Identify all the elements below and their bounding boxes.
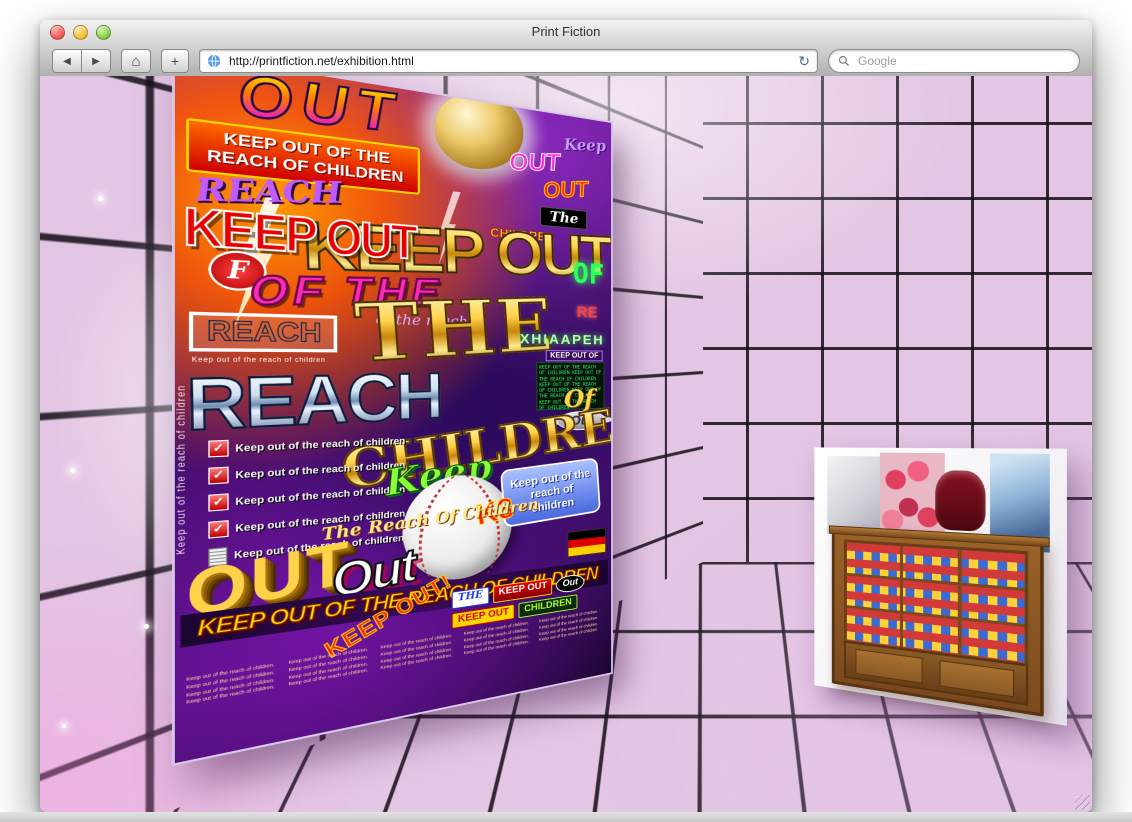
poster-text-stylized-children: XHIAAPEH	[520, 332, 604, 347]
window-title: Print Fiction	[40, 20, 1092, 43]
gallery-room: OUT Keep OUT OUT KEEP OUT OF THE REACH O…	[40, 76, 1092, 812]
poster-text-out-magenta: OUT	[508, 149, 562, 174]
german-flag-graphic	[568, 528, 606, 558]
titlebar[interactable]: Print Fiction	[40, 20, 1092, 43]
poster-text-keep-script: Keep	[563, 138, 606, 155]
search-icon	[838, 55, 850, 67]
collage-paper-graphic	[827, 456, 883, 537]
search-bar[interactable]	[828, 49, 1080, 73]
window-chrome: Print Fiction ◀ ▶ ⌂ + ↻	[40, 20, 1092, 77]
poster-artwork-keep-out[interactable]: OUT Keep OUT OUT KEEP OUT OF THE REACH O…	[172, 76, 613, 766]
address-bar[interactable]: ↻	[199, 49, 818, 73]
zoom-button[interactable]	[96, 25, 111, 40]
home-button[interactable]: ⌂	[121, 49, 151, 73]
resize-grip[interactable]	[1075, 795, 1090, 810]
checkbox-checked-icon: ✓	[208, 467, 228, 485]
nav-button-group: ◀ ▶	[52, 49, 111, 73]
back-icon: ◀	[63, 56, 71, 67]
browser-window: Print Fiction ◀ ▶ ⌂ + ↻	[40, 20, 1092, 812]
home-icon: ⌂	[131, 53, 140, 70]
url-input[interactable]	[227, 53, 792, 69]
plus-icon: +	[171, 53, 179, 69]
sparkle	[62, 724, 66, 728]
checkbox-checked-icon: ✓	[208, 440, 228, 458]
logo-the: THE	[452, 587, 489, 610]
desktop-edge	[0, 812, 1132, 822]
collage-mask-graphic	[935, 470, 985, 532]
poster-text-out-red: OUT	[542, 179, 590, 202]
reload-icon[interactable]: ↻	[798, 54, 810, 68]
poster-side-text: Keep out of the reach of children	[176, 384, 187, 555]
page-content: OUT Keep OUT OUT KEEP OUT OF THE REACH O…	[40, 76, 1092, 812]
traffic-lights	[50, 25, 111, 40]
poster-collage: OUT Keep OUT OUT KEEP OUT OF THE REACH O…	[172, 76, 613, 766]
checkbox-checked-icon: ✓	[208, 493, 228, 511]
add-bookmark-button[interactable]: +	[161, 49, 189, 73]
poster-text-keep-out-of: KEEP OUT OF	[546, 350, 603, 361]
poster-text-re: RE	[577, 304, 598, 320]
checkbox-checked-icon: ✓	[208, 520, 228, 539]
back-button[interactable]: ◀	[52, 49, 82, 73]
sparkle	[98, 196, 103, 201]
cabinet-artwork[interactable]	[814, 447, 1067, 725]
search-input[interactable]	[856, 53, 1070, 69]
logo-out-circle: Out	[556, 573, 584, 593]
forward-button[interactable]: ▶	[82, 49, 111, 73]
minimize-button[interactable]	[73, 25, 88, 40]
sparkle	[144, 624, 149, 629]
close-button[interactable]	[50, 25, 65, 40]
sparkle	[70, 468, 75, 473]
display-cabinet	[832, 527, 1044, 717]
globe-icon	[207, 54, 221, 68]
browser-toolbar: ◀ ▶ ⌂ + ↻	[40, 43, 1092, 75]
checklist-label: Keep out of the reach of children	[235, 484, 405, 507]
poster-text-of-green: OF	[573, 260, 605, 289]
poster-text-reach-boxed: REACH	[189, 312, 337, 353]
forward-icon: ▶	[92, 56, 100, 67]
